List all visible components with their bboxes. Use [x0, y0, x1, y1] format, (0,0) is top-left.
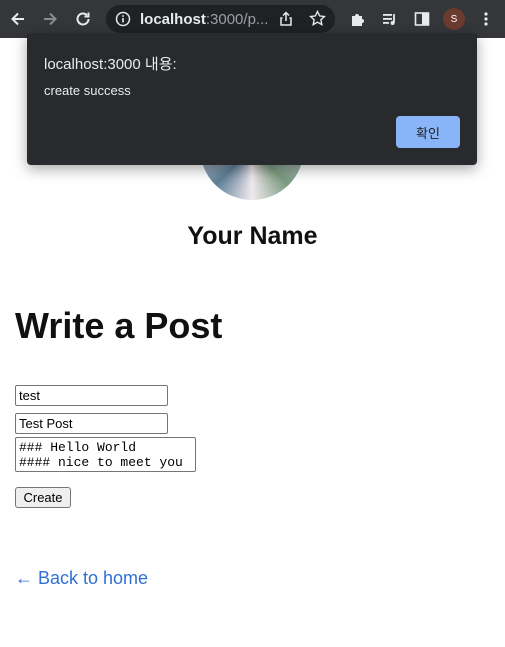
info-icon[interactable]: [115, 11, 131, 32]
dialog-message: create success: [44, 83, 131, 98]
dialog-ok-button[interactable]: 확인: [396, 116, 460, 148]
dialog-title: localhost:3000 내용:: [44, 56, 177, 73]
url-host: localhost: [140, 11, 206, 28]
create-button[interactable]: Create: [15, 487, 71, 508]
forward-arrow-icon[interactable]: [38, 7, 62, 31]
id-input[interactable]: [15, 385, 168, 406]
profile-name: Your Name: [187, 222, 318, 250]
media-playlist-icon[interactable]: [378, 7, 402, 31]
address-bar[interactable]: localhost:3000/p...: [106, 5, 335, 33]
menu-kebab-icon[interactable]: [474, 7, 498, 31]
alert-dialog: localhost:3000 내용: create success 확인: [27, 33, 477, 165]
reload-icon[interactable]: [71, 7, 95, 31]
page-title: Write a Post: [15, 305, 223, 346]
bookmark-star-icon[interactable]: [309, 9, 326, 32]
url-text: localhost:3000/p...: [140, 11, 268, 28]
back-arrow-icon[interactable]: [6, 7, 30, 31]
extensions-puzzle-icon[interactable]: [346, 7, 370, 31]
content-textarea[interactable]: ### Hello World #### nice to meet you: [15, 437, 196, 472]
share-icon[interactable]: [278, 11, 294, 32]
profile-avatar[interactable]: S: [443, 8, 465, 30]
side-panel-icon[interactable]: [410, 7, 434, 31]
url-path: :3000/p...: [205, 11, 269, 28]
back-to-home-link[interactable]: ← Back to home: [15, 568, 148, 589]
title-input[interactable]: [15, 413, 168, 434]
